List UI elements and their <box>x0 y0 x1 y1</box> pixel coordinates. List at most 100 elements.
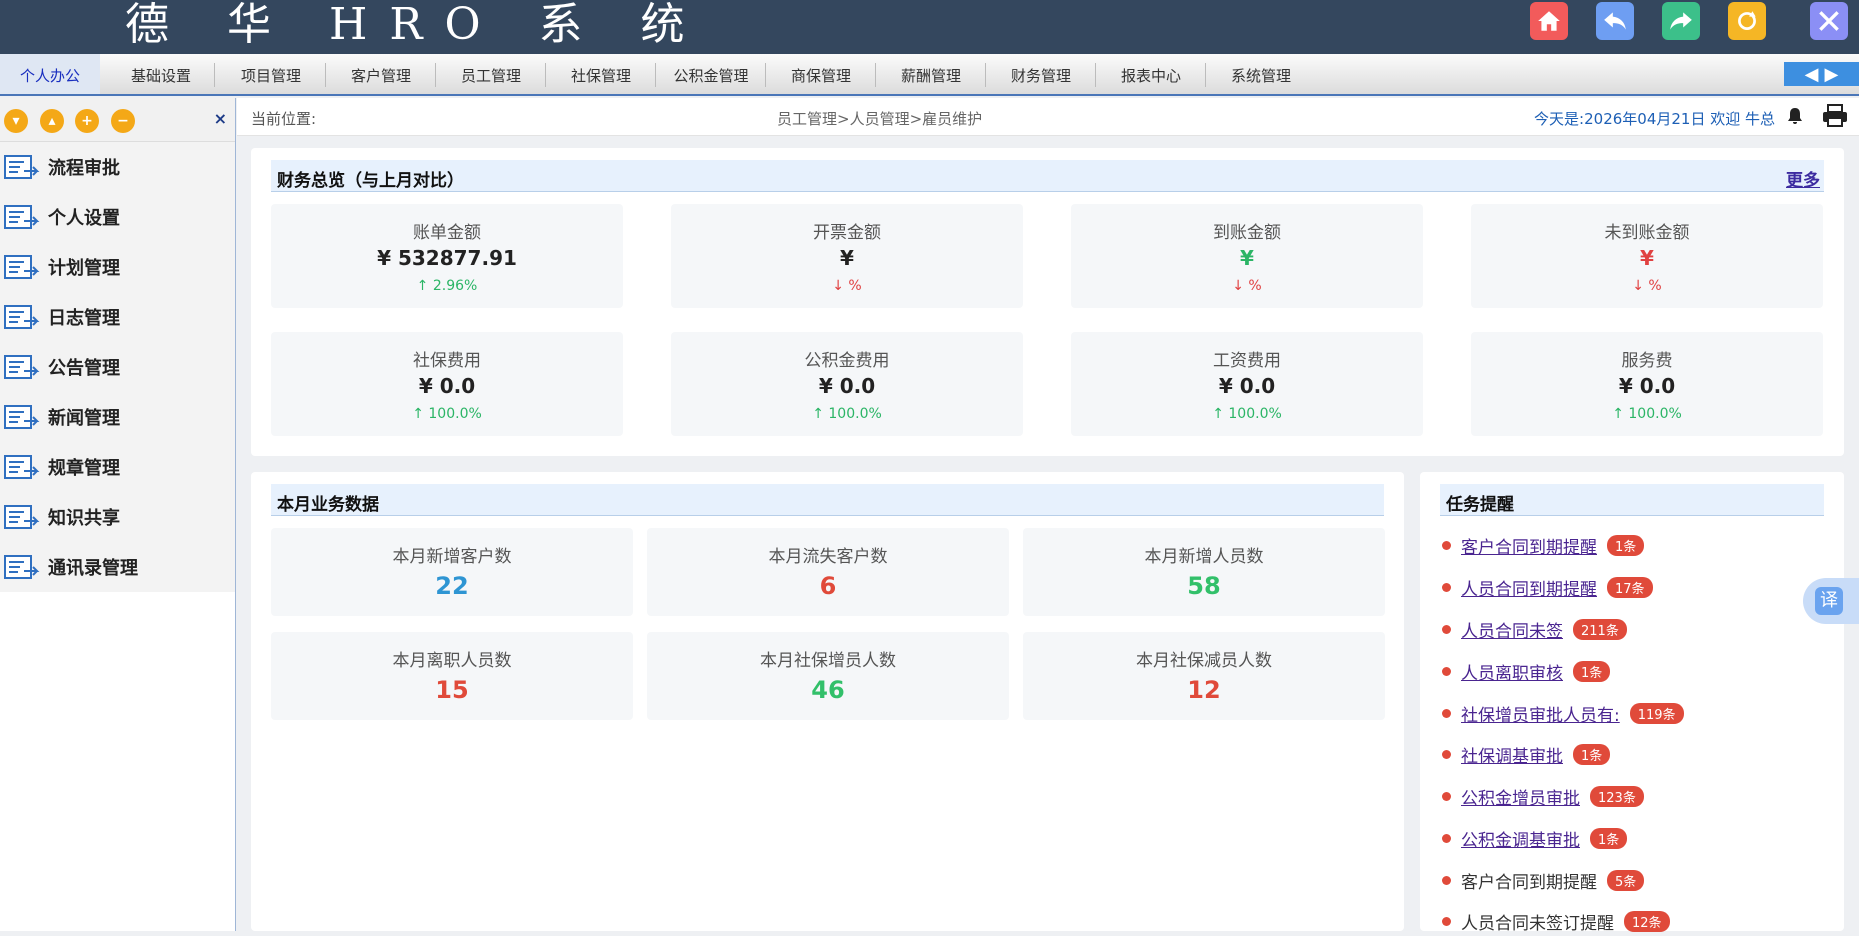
sidebar-close-icon[interactable]: × <box>214 109 227 128</box>
task-link[interactable]: 公积金增员审批 <box>1461 784 1580 809</box>
count-badge: 17条 <box>1607 576 1653 598</box>
task-item[interactable]: 人员合同未签 211条 <box>1440 614 1627 644</box>
menu-item-employees[interactable]: 员工管理 <box>436 54 546 94</box>
sidebar-item-label: 通讯录管理 <box>48 558 138 579</box>
sidebar-item-knowledge[interactable]: 知识共享 <box>0 492 235 542</box>
card-value: ¥ <box>840 246 854 270</box>
task-link[interactable]: 人员合同未签 <box>1461 617 1563 642</box>
menu-item-system[interactable]: 系统管理 <box>1206 54 1316 94</box>
menu-item-social-security[interactable]: 社保管理 <box>546 54 656 94</box>
task-item[interactable]: 公积金调基审批 1条 <box>1440 823 1628 853</box>
card-value: ¥ 0.0 <box>1218 374 1276 398</box>
sidebar-item-regulations[interactable]: 规章管理 <box>0 442 235 492</box>
list-icon <box>4 255 40 279</box>
minus-icon[interactable]: − <box>111 109 135 133</box>
translate-button[interactable]: 译 <box>1803 578 1859 624</box>
translate-icon: 译 <box>1815 587 1843 615</box>
back-icon[interactable] <box>1596 2 1634 40</box>
business-card: 本月离职人员数 15 <box>271 632 633 720</box>
card-change: ↓ % <box>832 278 862 294</box>
sidebar-toolbar: ▾ ▴ + − × <box>0 98 235 142</box>
task-link[interactable]: 社保增员审批人员有: <box>1461 701 1620 726</box>
menu-item-personal[interactable]: 个人办公 <box>0 54 100 94</box>
bell-icon[interactable] <box>1785 106 1805 130</box>
task-item[interactable]: 客户合同到期提醒 1条 <box>1440 530 1645 560</box>
card-label: 社保费用 <box>413 351 481 371</box>
task-item[interactable]: 人员合同未签订提醒 12条 <box>1440 906 1670 936</box>
sidebar-item-workflow[interactable]: 流程审批 <box>0 142 235 192</box>
task-item[interactable]: 人员离职审核 1条 <box>1440 656 1611 686</box>
bullet-icon <box>1442 582 1451 592</box>
card-change: ↑ 100.0% <box>1612 406 1682 422</box>
list-icon <box>4 455 40 479</box>
sidebar-item-announcements[interactable]: 公告管理 <box>0 342 235 392</box>
menu-item-reports[interactable]: 报表中心 <box>1096 54 1206 94</box>
menu-scroll-arrows[interactable]: ◀ ▶ <box>1784 62 1859 86</box>
task-panel-header: 任务提醒 <box>1440 484 1824 516</box>
sidebar-item-logs[interactable]: 日志管理 <box>0 292 235 342</box>
card-label: 本月新增人员数 <box>1144 547 1264 567</box>
card-change: ↑ 100.0% <box>412 406 482 422</box>
more-link[interactable]: 更多 <box>1786 166 1820 191</box>
card-label: 工资费用 <box>1213 351 1281 371</box>
task-item[interactable]: 公积金增员审批 123条 <box>1440 781 1644 811</box>
plus-icon[interactable]: + <box>75 109 99 133</box>
expand-down-icon[interactable]: ▾ <box>4 109 28 133</box>
card-value: ¥ <box>1240 246 1254 270</box>
list-icon <box>4 205 40 229</box>
card-value: 58 <box>1187 572 1221 600</box>
main-menu: 个人办公 基础设置 项目管理 客户管理 员工管理 社保管理 公积金管理 商保管理… <box>0 54 1859 96</box>
finance-card: 开票金额 ¥ ↓ % <box>671 204 1023 308</box>
task-link[interactable]: 客户合同到期提醒 <box>1461 533 1597 558</box>
task-link[interactable]: 社保调基审批 <box>1461 742 1563 767</box>
card-value: 12 <box>1187 676 1221 704</box>
count-badge: 1条 <box>1573 660 1611 682</box>
arrow-right-icon[interactable]: ▶ <box>1825 64 1839 85</box>
list-icon <box>4 305 40 329</box>
top-header: 德 华 HRO 系 统 <box>0 0 1859 54</box>
sidebar-item-plans[interactable]: 计划管理 <box>0 242 235 292</box>
card-label: 公积金费用 <box>804 351 890 371</box>
count-badge: 211条 <box>1573 618 1627 640</box>
menu-item-basic-settings[interactable]: 基础设置 <box>106 54 216 94</box>
menu-item-finance[interactable]: 财务管理 <box>986 54 1096 94</box>
task-item[interactable]: 客户合同到期提醒 5条 <box>1440 865 1645 895</box>
bullet-icon <box>1442 624 1451 634</box>
task-panel-title: 任务提醒 <box>1446 495 1514 515</box>
printer-icon[interactable] <box>1821 104 1849 132</box>
breadcrumb-label: 当前位置: <box>251 110 317 128</box>
task-text[interactable]: 人员合同未签订提醒 <box>1461 909 1614 934</box>
sidebar-item-personal-settings[interactable]: 个人设置 <box>0 192 235 242</box>
count-badge: 5条 <box>1607 869 1645 891</box>
task-text[interactable]: 客户合同到期提醒 <box>1461 868 1597 893</box>
task-item[interactable]: 社保调基审批 1条 <box>1440 739 1611 769</box>
finance-card: 工资费用 ¥ 0.0 ↑ 100.0% <box>1071 332 1423 436</box>
task-link[interactable]: 人员离职审核 <box>1461 659 1563 684</box>
card-value: 6 <box>819 572 837 600</box>
breadcrumb-path: 员工管理>人员管理>雇员维护 <box>777 110 983 128</box>
list-icon <box>4 505 40 529</box>
home-icon[interactable] <box>1530 2 1568 40</box>
forward-icon[interactable] <box>1662 2 1700 40</box>
sidebar-item-news[interactable]: 新闻管理 <box>0 392 235 442</box>
arrow-left-icon[interactable]: ◀ <box>1805 64 1819 85</box>
bullet-icon <box>1442 833 1451 843</box>
card-label: 未到账金额 <box>1604 223 1690 243</box>
task-item[interactable]: 社保增员审批人员有: 119条 <box>1440 698 1684 728</box>
menu-item-payroll[interactable]: 薪酬管理 <box>876 54 986 94</box>
sidebar-item-contacts[interactable]: 通讯录管理 <box>0 542 235 592</box>
task-link[interactable]: 公积金调基审批 <box>1461 826 1580 851</box>
list-icon <box>4 155 40 179</box>
menu-item-housing-fund[interactable]: 公积金管理 <box>656 54 766 94</box>
finance-card: 到账金额 ¥ ↓ % <box>1071 204 1423 308</box>
close-icon[interactable] <box>1810 2 1848 40</box>
menu-item-projects[interactable]: 项目管理 <box>216 54 326 94</box>
refresh-icon[interactable] <box>1728 2 1766 40</box>
task-link[interactable]: 人员合同到期提醒 <box>1461 575 1597 600</box>
collapse-up-icon[interactable]: ▴ <box>40 109 64 133</box>
task-item[interactable]: 人员合同到期提醒 17条 <box>1440 572 1653 602</box>
list-icon <box>4 405 40 429</box>
menu-item-customers[interactable]: 客户管理 <box>326 54 436 94</box>
menu-item-insurance[interactable]: 商保管理 <box>766 54 876 94</box>
count-badge: 1条 <box>1607 534 1645 556</box>
